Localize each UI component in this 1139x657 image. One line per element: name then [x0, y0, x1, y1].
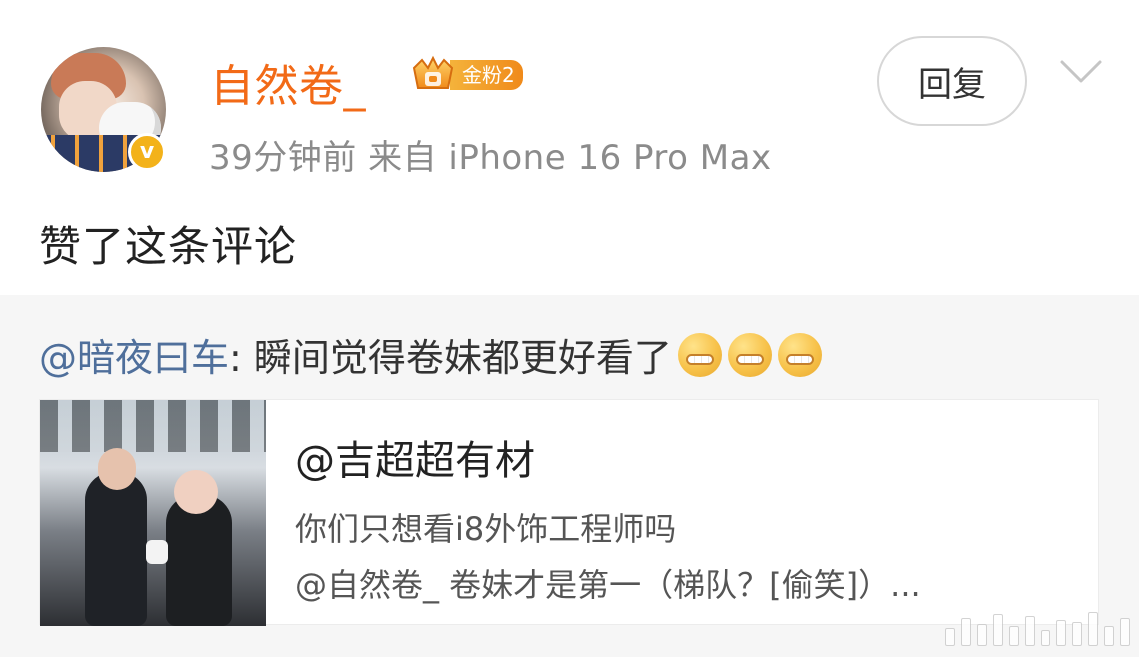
- card-line-2: @自然卷_ 卷妹才是第一（梯队？[偷笑]）...: [295, 566, 921, 604]
- post-header: v 自然卷_ 金粉2 39分钟前 来自 iPhone 16 Pro Max 回复…: [0, 0, 1139, 295]
- chevron-down-icon[interactable]: [1058, 58, 1104, 86]
- verified-badge-icon: v: [128, 133, 166, 171]
- post-meta: 39分钟前 来自 iPhone 16 Pro Max: [209, 138, 772, 178]
- fan-badge-label: 金粉2: [450, 60, 523, 90]
- username[interactable]: 自然卷_: [210, 50, 366, 114]
- card-title[interactable]: @吉超超有材: [295, 428, 535, 486]
- quoted-text: : 瞬间觉得卷妹都更好看了: [229, 336, 672, 380]
- thumbnail-ceiling: [40, 400, 266, 452]
- reply-button[interactable]: 回复: [877, 36, 1027, 126]
- card-line-1: 你们只想看i8外饰工程师吗: [295, 510, 677, 548]
- fan-badge[interactable]: 金粉2: [410, 54, 532, 96]
- thumbnail-person-right: [166, 495, 232, 626]
- thumbnail-person-right-head: [174, 470, 218, 514]
- thumbnail-person-left: [85, 472, 147, 626]
- grin-emoji-icon: [677, 332, 722, 377]
- fan-crown-icon: [412, 55, 454, 89]
- linked-post-card[interactable]: @吉超超有材 你们只想看i8外饰工程师吗 @自然卷_ 卷妹才是第一（梯队？[偷笑…: [39, 399, 1099, 626]
- watermark: [945, 612, 1131, 646]
- mention-link[interactable]: @暗夜曰车: [39, 327, 229, 382]
- thumbnail-item: [146, 540, 168, 564]
- quoted-line: @暗夜曰车 : 瞬间觉得卷妹都更好看了: [39, 327, 822, 382]
- post-thumbnail[interactable]: [40, 400, 266, 626]
- grin-emoji-icon: [777, 332, 822, 377]
- grin-emoji-icon: [727, 332, 772, 377]
- quoted-comment[interactable]: @暗夜曰车 : 瞬间觉得卷妹都更好看了 @吉超超有材 你们只想看i8外饰工程师吗…: [0, 295, 1139, 657]
- thumbnail-person-left-head: [98, 448, 136, 490]
- status-text: 赞了这条评论: [39, 222, 298, 271]
